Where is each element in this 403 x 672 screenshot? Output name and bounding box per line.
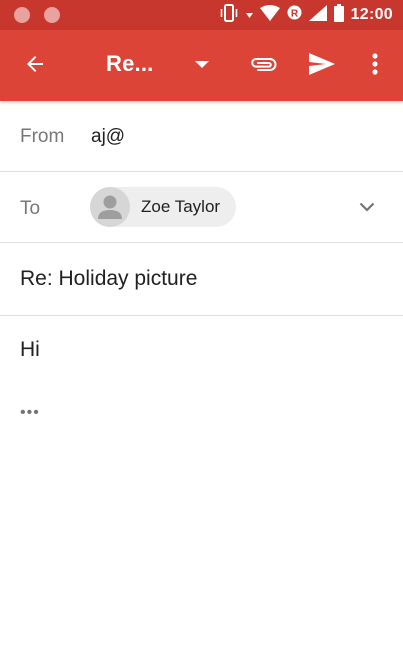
arrow-back-icon <box>23 52 47 81</box>
show-quoted-text-button[interactable]: ••• <box>20 404 40 422</box>
expand-recipients-button[interactable] <box>352 193 382 223</box>
status-indicators: R 12:00 <box>219 0 393 30</box>
subject-field[interactable]: Re: Holiday picture <box>20 267 197 291</box>
to-label: To <box>20 198 41 219</box>
paperclip-icon <box>249 55 277 78</box>
from-label: From <box>20 126 65 147</box>
battery-icon <box>333 3 344 27</box>
status-bar: R 12:00 <box>0 0 403 30</box>
recipient-chip[interactable]: Zoe Taylor <box>90 187 237 227</box>
attach-button[interactable] <box>244 47 282 85</box>
svg-text:R: R <box>290 9 298 20</box>
back-button[interactable] <box>16 47 54 85</box>
from-row[interactable]: From aj@ <box>0 101 403 172</box>
compose-title[interactable]: Re... <box>106 51 153 77</box>
vibrate-icon <box>219 3 239 27</box>
data-arrow-icon <box>245 4 253 27</box>
notification-dot-icon <box>44 7 60 23</box>
person-icon <box>98 195 122 219</box>
status-time: 12:00 <box>350 6 393 23</box>
arrow-drop-down-icon <box>195 56 209 74</box>
account-dropdown-button[interactable] <box>187 50 217 80</box>
avatar <box>90 187 130 227</box>
chevron-down-icon <box>359 199 375 217</box>
recipient-name: Zoe Taylor <box>141 197 221 216</box>
roaming-icon: R <box>287 5 302 25</box>
message-body[interactable]: Hi <box>20 338 40 362</box>
notification-dot-icon <box>14 7 30 23</box>
more-vert-icon <box>372 52 378 80</box>
to-row[interactable]: To Zoe Taylor <box>0 172 403 243</box>
compose-toolbar: Re... <box>0 30 403 101</box>
signal-icon <box>308 4 327 26</box>
wifi-icon <box>259 4 280 26</box>
send-icon <box>309 52 335 80</box>
send-button[interactable] <box>303 47 341 85</box>
from-account[interactable]: aj@ <box>91 126 125 148</box>
subject-row[interactable]: Re: Holiday picture <box>0 243 403 316</box>
overflow-menu-button[interactable] <box>360 47 390 85</box>
